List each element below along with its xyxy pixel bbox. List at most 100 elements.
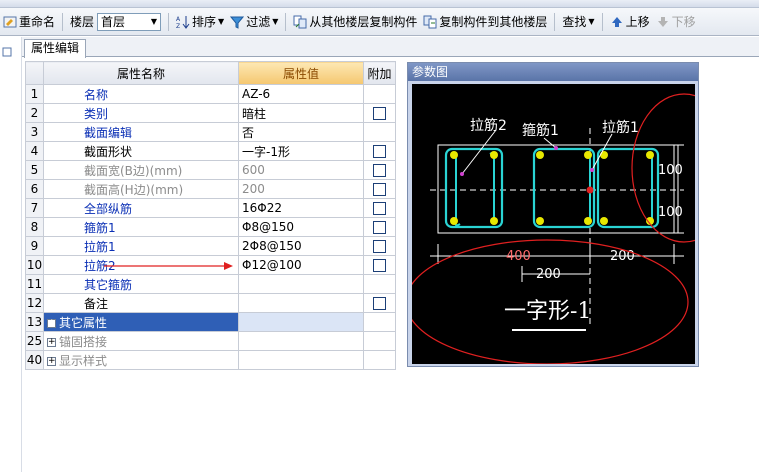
property-name-cell[interactable]: + 显示样式 — [43, 350, 239, 370]
table-row[interactable]: 13 + 其它属性 — [25, 312, 396, 332]
table-row[interactable]: 1 名称 AZ-6 — [25, 84, 396, 104]
extra-checkbox[interactable] — [373, 183, 386, 196]
tab-property-edit[interactable]: 属性编辑 — [24, 39, 87, 58]
table-row[interactable]: 3 截面编辑 否 — [25, 122, 396, 142]
property-name: 截面宽(B边)(mm) — [84, 163, 183, 178]
property-name-cell[interactable]: 类别 — [43, 103, 239, 123]
table-row[interactable]: 8 箍筋1 Φ8@150 — [25, 217, 396, 237]
panel-pin-icon[interactable] — [2, 47, 12, 57]
table-row[interactable]: 6 截面高(H边)(mm) 200 — [25, 179, 396, 199]
property-value-cell[interactable]: Φ8@150 — [238, 217, 364, 237]
property-name-cell[interactable]: + 锚固搭接 — [43, 331, 239, 351]
row-number: 5 — [25, 160, 44, 180]
filter-icon — [230, 16, 245, 29]
property-value-cell[interactable] — [238, 293, 364, 313]
extra-checkbox[interactable] — [373, 202, 386, 215]
chevron-down-icon: ▼ — [272, 17, 279, 26]
property-name-cell[interactable]: 全部纵筋 — [43, 198, 239, 218]
table-row[interactable]: 25 + 锚固搭接 — [25, 331, 396, 351]
property-name-cell[interactable]: 截面宽(B边)(mm) — [43, 160, 239, 180]
table-row[interactable]: 40 + 显示样式 — [25, 350, 396, 370]
label-stirrup1: 箍筋1 — [522, 122, 559, 139]
expand-icon[interactable]: + — [47, 337, 56, 347]
extra-checkbox[interactable] — [373, 221, 386, 234]
property-value-cell[interactable]: 暗柱 — [238, 103, 364, 123]
leader-stirrup1 — [543, 137, 557, 149]
table-row[interactable]: 12 备注 — [25, 293, 396, 313]
left-panel-edge — [0, 37, 22, 472]
table-row[interactable]: 9 拉筋1 2Φ8@150 — [25, 236, 396, 256]
property-value-cell[interactable] — [238, 331, 364, 351]
property-name-cell[interactable]: 名称 — [43, 84, 239, 104]
extra-cell — [363, 84, 396, 104]
property-name-cell[interactable]: 截面编辑 — [43, 122, 239, 142]
dim-100-bottom: 100 — [658, 205, 683, 220]
table-row[interactable]: 5 截面宽(B边)(mm) 600 — [25, 160, 396, 180]
property-value-cell[interactable]: 200 — [238, 179, 364, 199]
copy-to-floor-button[interactable]: 复制构件到其他楼层 — [420, 11, 550, 33]
copy-from-floor-label: 从其他楼层复制构件 — [309, 15, 418, 29]
parameter-figure-panel: 参数图 拉筋2 箍筋1 拉筋1 100 100 400 200 200 一字形-… — [407, 62, 699, 367]
copy-from-floor-button[interactable]: 从其他楼层复制构件 — [290, 11, 420, 33]
move-down-button[interactable]: 下移 — [653, 11, 699, 33]
property-name-cell[interactable]: + 其它属性 — [43, 312, 239, 332]
expand-icon[interactable]: + — [47, 318, 56, 328]
rename-button[interactable]: 重命名 — [0, 11, 58, 33]
property-value-cell[interactable]: 2Φ8@150 — [238, 236, 364, 256]
extra-checkbox[interactable] — [373, 259, 386, 272]
extra-header[interactable]: 附加 — [363, 61, 396, 85]
tie-bar-b — [647, 151, 654, 224]
property-value-cell[interactable]: AZ-6 — [238, 84, 364, 104]
extra-checkbox[interactable] — [373, 240, 386, 253]
move-down-label: 下移 — [671, 15, 696, 29]
extra-cell — [363, 255, 396, 275]
extra-checkbox[interactable] — [373, 164, 386, 177]
property-value-cell[interactable] — [238, 274, 364, 294]
extra-cell — [363, 293, 396, 313]
floor-select[interactable]: 首层 ▼ — [97, 12, 162, 31]
property-value-cell[interactable] — [238, 312, 364, 332]
table-row[interactable]: 7 全部纵筋 16Φ22 — [25, 198, 396, 218]
table-row[interactable]: 2 类别 暗柱 — [25, 103, 396, 123]
property-value-header[interactable]: 属性值 — [238, 61, 364, 85]
property-name-cell[interactable]: 截面高(H边)(mm) — [43, 179, 239, 199]
filter-button[interactable]: 过滤 ▼ — [227, 11, 281, 33]
property-name-cell[interactable]: 拉筋1 — [43, 236, 239, 256]
sort-button[interactable]: AZ 排序 ▼ — [173, 11, 227, 33]
table-row[interactable]: 11 其它箍筋 — [25, 274, 396, 294]
arrow-down-icon — [657, 16, 668, 27]
extra-checkbox[interactable] — [373, 297, 386, 310]
property-name-cell[interactable]: 其它箍筋 — [43, 274, 239, 294]
move-up-button[interactable]: 上移 — [607, 11, 653, 33]
extra-checkbox[interactable] — [373, 107, 386, 120]
parameter-figure-canvas: 拉筋2 箍筋1 拉筋1 100 100 400 200 200 一字形-1 — [412, 84, 695, 364]
property-value-cell[interactable]: 一字-1形 — [238, 141, 364, 161]
property-value-cell[interactable]: 16Φ22 — [238, 198, 364, 218]
toolbar-separator — [285, 12, 287, 31]
copy-to-floor-label: 复制构件到其他楼层 — [439, 15, 548, 29]
row-number: 9 — [25, 236, 44, 256]
property-value-cell[interactable] — [238, 350, 364, 370]
property-value: 暗柱 — [242, 106, 267, 121]
stirrup-right — [596, 147, 660, 229]
find-button[interactable]: 查找 ▼ — [559, 11, 597, 33]
longitudinal-rebars — [450, 151, 654, 225]
extra-cell — [363, 350, 396, 370]
extra-checkbox[interactable] — [373, 145, 386, 158]
expand-icon[interactable]: + — [47, 356, 56, 366]
table-row[interactable]: 4 截面形状 一字-1形 — [25, 141, 396, 161]
property-value-cell[interactable]: 否 — [238, 122, 364, 142]
row-number: 4 — [25, 141, 44, 161]
row-number: 13 — [25, 312, 44, 332]
property-name-cell[interactable]: 箍筋1 — [43, 217, 239, 237]
property-name-header[interactable]: 属性名称 — [43, 61, 239, 85]
property-name: 其它属性 — [59, 315, 108, 330]
rename-label: 重命名 — [19, 15, 56, 29]
property-value: Φ12@100 — [242, 258, 302, 272]
copy-to-floor-icon — [423, 15, 437, 28]
property-name-cell[interactable]: 备注 — [43, 293, 239, 313]
property-value-cell[interactable]: Φ12@100 — [238, 255, 364, 275]
property-value-cell[interactable]: 600 — [238, 160, 364, 180]
leader-tie1 — [591, 133, 613, 171]
property-name-cell[interactable]: 截面形状 — [43, 141, 239, 161]
